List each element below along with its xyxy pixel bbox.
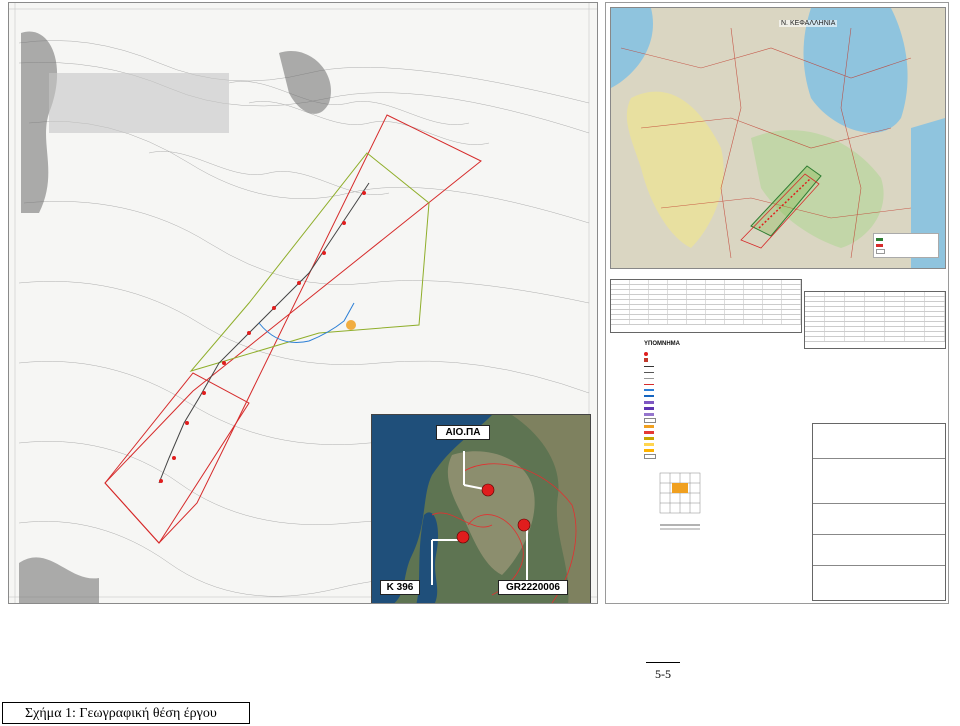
overview-map: Ν. ΚΕΦΑΛΛΗΝΙΑ	[610, 7, 946, 269]
legend-title: ΥΠΟΜΝΗΜΑ	[644, 341, 680, 347]
overview-legend	[873, 233, 939, 258]
marker-k396-icon	[456, 530, 470, 544]
drawing-panel: Ν. ΚΕΦΑΛΛΗΝΙΑ ΥΠΟΜΝΗΜΑ	[605, 2, 949, 604]
coordinates-table-right	[804, 291, 946, 349]
marker-gr-icon	[517, 518, 531, 532]
overview-map-image	[611, 8, 945, 268]
satellite-inset: ΑΙΟ.ΠΑ K 396 GR2220006	[371, 414, 591, 603]
map-legend: ΥΠΟΜΝΗΜΑ	[644, 341, 754, 459]
region-label: Ν. ΚΕΦΑΛΛΗΝΙΑ	[779, 20, 838, 27]
locator-grid	[644, 463, 714, 543]
label-gr2220006: GR2220006	[498, 580, 568, 595]
topographic-map-sheet: ΑΙΟ.ΠΑ K 396 GR2220006	[8, 2, 598, 604]
title-block	[812, 423, 946, 601]
figure-caption: Σχήμα 1: Γεωγραφική θέση έργου	[2, 702, 250, 724]
label-aio: ΑΙΟ.ΠΑ	[436, 425, 490, 440]
satellite-image	[372, 415, 590, 603]
page-number: 5-5	[646, 662, 680, 682]
marker-aio-icon	[481, 483, 495, 497]
label-k396: K 396	[380, 580, 420, 595]
coordinates-table-left	[610, 279, 802, 333]
locator-grid-image	[659, 472, 701, 530]
